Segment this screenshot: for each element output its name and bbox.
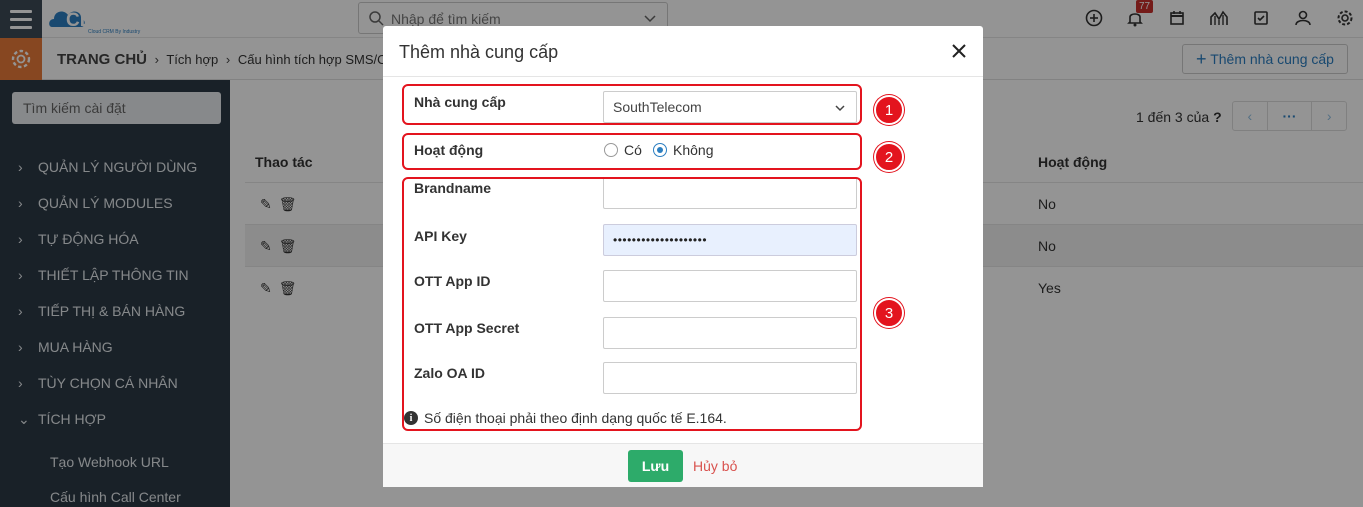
highlight-box-active [402,133,862,170]
highlight-box-credentials [402,177,862,431]
modal-header: Thêm nhà cung cấp [383,26,983,77]
annotation-marker-2: 2 [874,142,904,172]
annotation-marker-3: 3 [874,298,904,328]
modal-footer: Lưu Hủy bỏ [383,443,983,487]
annotation-marker-1: 1 [874,95,904,125]
highlight-box-provider [402,84,862,125]
modal-title: Thêm nhà cung cấp [399,42,559,62]
save-button[interactable]: Lưu [628,450,683,482]
close-icon[interactable] [948,40,970,62]
cancel-button[interactable]: Hủy bỏ [693,458,737,474]
